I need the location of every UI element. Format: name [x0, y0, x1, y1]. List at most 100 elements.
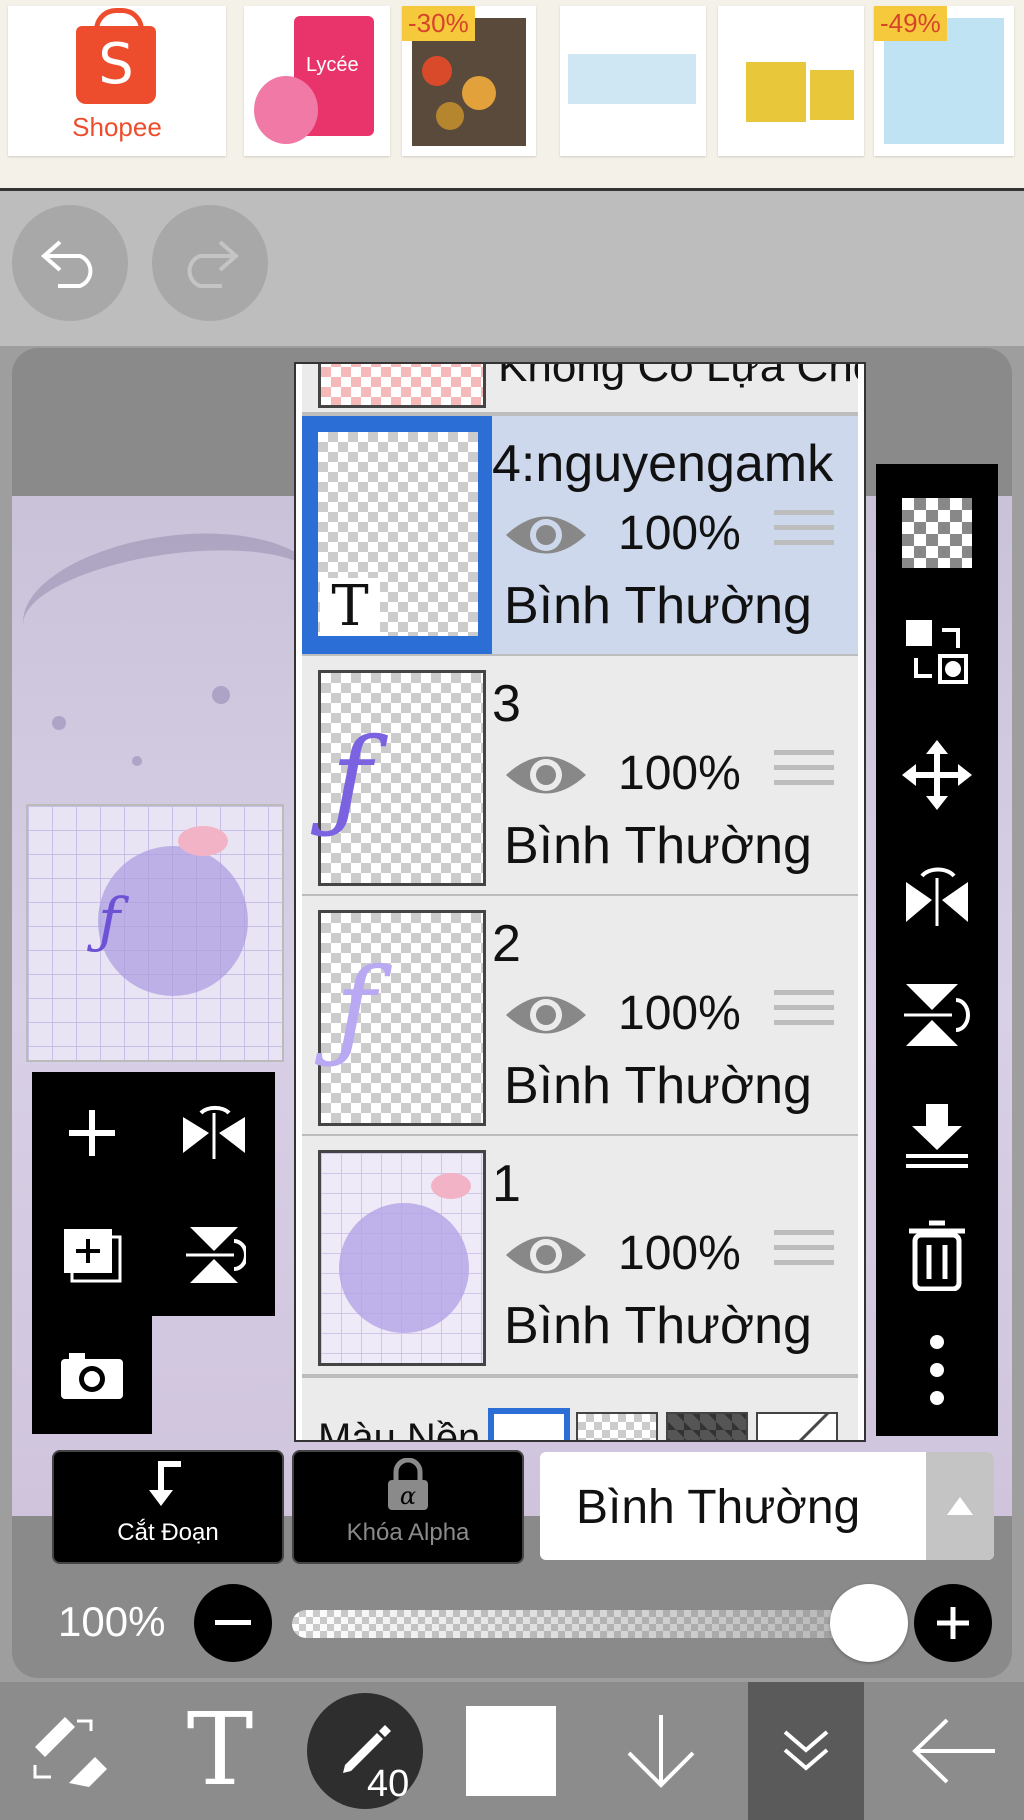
- flip-horizontal-icon: [183, 1105, 245, 1159]
- brush-eraser-icon: [33, 1717, 107, 1787]
- flip-horizontal-icon: [906, 867, 968, 926]
- flip-vertical-icon: [186, 1227, 246, 1283]
- arrow-down-icon: [627, 1715, 695, 1788]
- bg-dark-option[interactable]: [666, 1412, 748, 1440]
- eye-icon[interactable]: [504, 1228, 588, 1287]
- layer-thumbnail: T: [318, 432, 478, 636]
- blend-mode-dropdown-button[interactable]: [926, 1452, 994, 1560]
- color-swatch-button[interactable]: [446, 1682, 576, 1820]
- clipping-button[interactable]: Cắt Đoạn: [52, 1450, 284, 1564]
- flip-layer-horizontal-button[interactable]: [154, 1072, 274, 1194]
- layer-row-2[interactable]: ƒ 2 100% Bình Thường: [302, 896, 858, 1138]
- flip-layer-vertical-button[interactable]: [154, 1194, 274, 1316]
- layer-opacity: 100%: [618, 987, 741, 1040]
- clipping-label: Cắt Đoạn: [117, 1519, 219, 1546]
- swap-layer-button[interactable]: [876, 598, 998, 708]
- layer-thumbnail: ƒ: [318, 670, 486, 886]
- shopee-logo-card[interactable]: S Shopee: [8, 6, 226, 156]
- add-layer-button[interactable]: [32, 1072, 152, 1194]
- more-vertical-icon: [930, 1335, 944, 1405]
- merge-down-button[interactable]: [876, 1080, 998, 1190]
- layer-name: 4:nguyengamk: [492, 435, 834, 493]
- discount-badge: -49%: [874, 6, 947, 41]
- layer-toolbox: [32, 1072, 275, 1316]
- plus-icon: [69, 1110, 115, 1156]
- selection-layer-row[interactable]: Không Có Lựa Chọn: [302, 364, 858, 416]
- shopee-bag-icon: S: [76, 8, 156, 104]
- plus-icon: [937, 1607, 969, 1639]
- minus-icon: [215, 1620, 251, 1625]
- drag-handle-icon[interactable]: [774, 990, 834, 1035]
- drag-handle-icon[interactable]: [774, 510, 834, 555]
- drag-handle-icon[interactable]: [774, 1230, 834, 1275]
- alpha-lock-icon: α: [388, 1457, 428, 1510]
- opacity-decrease-button[interactable]: [194, 1584, 272, 1662]
- alpha-lock-label: Khóa Alpha: [346, 1519, 470, 1546]
- blend-mode-select[interactable]: Bình Thường: [540, 1452, 994, 1560]
- eye-icon[interactable]: [504, 748, 588, 807]
- trash-icon: [909, 1220, 965, 1291]
- layers-panel-toggle-button[interactable]: [748, 1682, 864, 1820]
- ad-banner[interactable]: S Shopee Lycée -30% -49%: [0, 0, 1024, 191]
- layer-name: 3: [492, 675, 521, 733]
- ad-product-5[interactable]: -49%: [874, 6, 1014, 156]
- ad-product-1-text: Lycée: [306, 54, 359, 76]
- bg-white-option[interactable]: [488, 1408, 570, 1440]
- arrow-left-icon: [912, 1718, 995, 1784]
- layer-row-1[interactable]: 1 100% Bình Thường: [302, 1136, 858, 1378]
- delete-layer-button[interactable]: [876, 1200, 998, 1310]
- top-bar: [0, 191, 1024, 346]
- triangle-up-icon: [947, 1497, 973, 1515]
- merge-down-icon: [906, 1104, 968, 1168]
- alpha-lock-button[interactable]: α Khóa Alpha: [292, 1450, 524, 1564]
- brush-eraser-toggle-button[interactable]: [0, 1682, 140, 1820]
- background-color-row: Màu Nền: [302, 1378, 858, 1440]
- background-label: Màu Nền: [318, 1416, 481, 1440]
- layer-down-button[interactable]: [596, 1682, 726, 1820]
- canvas-preview[interactable]: ƒ: [26, 804, 284, 1062]
- ad-product-3[interactable]: [560, 6, 706, 156]
- current-color-swatch: [466, 1706, 556, 1796]
- opacity-slider[interactable]: [292, 1610, 870, 1638]
- brush-size-button[interactable]: 40: [304, 1682, 426, 1820]
- back-button[interactable]: [884, 1682, 1024, 1820]
- undo-button[interactable]: [12, 205, 128, 321]
- opacity-slider-thumb[interactable]: [830, 1584, 908, 1662]
- layer-thumbnail: [318, 1150, 486, 1366]
- text-tool-button[interactable]: T: [150, 1682, 290, 1820]
- layer-name: 1: [492, 1155, 521, 1213]
- bottom-toolbar: T 40: [0, 1682, 1024, 1820]
- flip-horizontal-button[interactable]: [876, 840, 998, 950]
- layer-blend-mode: Bình Thường: [504, 1057, 812, 1115]
- more-options-button[interactable]: [876, 1320, 998, 1420]
- import-photo-button[interactable]: [32, 1316, 152, 1434]
- shopee-brand-text: Shopee: [72, 112, 162, 142]
- redo-button[interactable]: [152, 205, 268, 321]
- camera-icon: [61, 1353, 123, 1399]
- svg-text:T: T: [187, 1706, 254, 1796]
- opacity-increase-button[interactable]: [914, 1584, 992, 1662]
- move-button[interactable]: [876, 720, 998, 830]
- bg-transparent-option[interactable]: [576, 1412, 658, 1440]
- ad-product-1[interactable]: Lycée: [244, 6, 390, 156]
- transparent-fill-button[interactable]: [876, 478, 998, 588]
- eye-icon[interactable]: [504, 508, 588, 567]
- no-selection-label: Không Có Lựa Chọn: [498, 364, 858, 391]
- bg-none-option[interactable]: [756, 1412, 838, 1440]
- layer-panel: Không Có Lựa Chọn T 4:nguyengamk 100% Bì…: [294, 362, 866, 1442]
- layer-opacity: 100%: [618, 507, 741, 560]
- discount-badge: -30%: [402, 6, 475, 41]
- ad-product-2[interactable]: -30%: [402, 6, 536, 156]
- text-tool-icon: T: [187, 1706, 254, 1796]
- layer-row-4[interactable]: T 4:nguyengamk 100% Bình Thường: [302, 416, 858, 658]
- layer-opacity: 100%: [618, 1227, 741, 1280]
- double-chevron-down-icon: [783, 1730, 829, 1771]
- flip-vertical-button[interactable]: [876, 960, 998, 1070]
- layer-row-3[interactable]: ƒ 3 100% Bình Thường: [302, 656, 858, 898]
- add-layer-from-copy-button[interactable]: [32, 1194, 152, 1316]
- copy-layer-icon: [64, 1229, 122, 1283]
- drag-handle-icon[interactable]: [774, 750, 834, 795]
- redo-icon: [187, 240, 240, 288]
- eye-icon[interactable]: [504, 988, 588, 1047]
- ad-product-4[interactable]: [718, 6, 864, 156]
